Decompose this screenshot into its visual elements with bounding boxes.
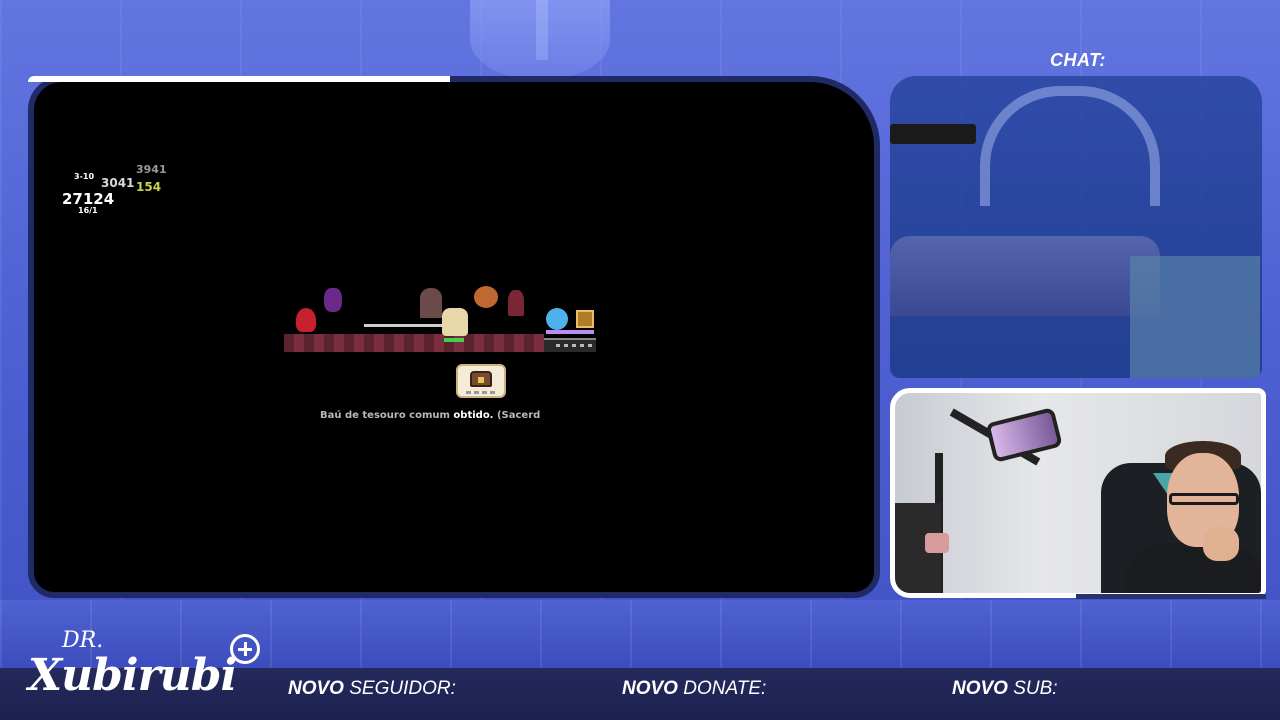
chest-lock <box>478 377 484 383</box>
wave-counter: 16/1 <box>78 206 98 215</box>
chat-bg-cabinet <box>1130 256 1260 378</box>
streamer-hand <box>1203 527 1239 561</box>
chat-bg-operating-table <box>890 236 1160 316</box>
hero-sprite <box>442 308 468 336</box>
red-ally-sprite <box>296 308 316 332</box>
damage-number-a: 3941 <box>136 163 167 176</box>
stage-label: 3-10 <box>74 172 95 181</box>
dungeon-floor <box>284 334 544 352</box>
channel-logo: DR. Xubirubi <box>28 628 268 712</box>
background-surgical-lamp <box>470 0 610 80</box>
webcam-accent <box>1076 594 1266 599</box>
new-donate-alert: NOVO DONATE: <box>622 678 767 699</box>
mini-chest-sprite <box>576 310 594 328</box>
streamer-glasses <box>1169 493 1239 505</box>
chat-bg-rifle <box>890 124 976 144</box>
game-frame-accent <box>28 76 450 82</box>
chest-rarity-dots <box>466 391 498 394</box>
chat-bg-lamp <box>980 86 1160 206</box>
spear-attack-sprite <box>364 324 444 327</box>
new-sub-alert: NOVO SUB: <box>952 678 1058 699</box>
damage-number-c: 154 <box>136 180 162 194</box>
dungeon-door-sprite <box>420 288 442 318</box>
enemy-stat-dots <box>556 344 592 347</box>
chat-panel[interactable] <box>890 76 1262 378</box>
new-follower-alert: NOVO SEGUIDOR: <box>288 678 456 699</box>
treasure-chest-icon <box>456 364 506 398</box>
slime-enemy-sprite <box>546 308 568 330</box>
purple-ally-sprite <box>324 288 342 312</box>
game-capture-frame[interactable]: 3-10 3941 3041 154 27124 16/1 Baú de tes… <box>28 76 880 598</box>
damage-number-b: 3041 <box>101 176 135 190</box>
microphone <box>985 407 1063 463</box>
game-battle-strip[interactable] <box>284 286 596 354</box>
chat-label: CHAT: <box>1050 50 1106 70</box>
enemy-hp-bar <box>546 330 594 334</box>
webcam-cup <box>925 533 949 553</box>
loot-message: Baú de tesouro comum obtido. (Sacerd <box>320 410 541 421</box>
devil-enemy-sprite <box>508 290 524 316</box>
hero-hp-bar <box>444 338 464 342</box>
plus-circle-icon <box>230 634 260 664</box>
explosion-sprite <box>474 286 498 308</box>
webcam-feed <box>890 388 1266 598</box>
streamer-body <box>1125 543 1261 593</box>
logo-name: Xubirubi <box>28 650 237 701</box>
